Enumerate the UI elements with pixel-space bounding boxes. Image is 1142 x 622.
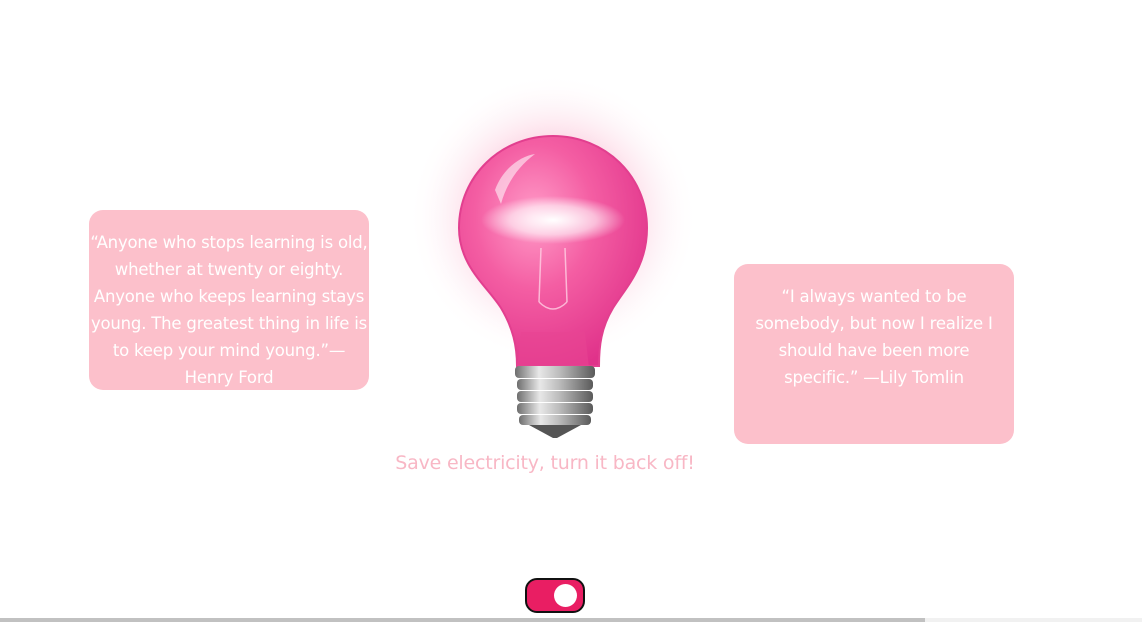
- light-toggle-switch[interactable]: [525, 578, 585, 613]
- page: “Anyone who stops learning is old, wheth…: [0, 0, 1142, 622]
- scrollbar-thumb[interactable]: [0, 618, 926, 622]
- quote-card-henry-ford: “Anyone who stops learning is old, wheth…: [89, 210, 369, 390]
- lightbulb-icon: [408, 73, 698, 438]
- quote-text-lily-tomlin: “I always wanted to be somebody, but now…: [755, 287, 993, 387]
- quote-card-lily-tomlin: “I always wanted to be somebody, but now…: [734, 264, 1014, 444]
- save-electricity-caption: Save electricity, turn it back off!: [395, 452, 695, 474]
- horizontal-scrollbar[interactable]: [0, 618, 1142, 622]
- quote-text-henry-ford: “Anyone who stops learning is old, wheth…: [90, 233, 368, 387]
- lightbulb: [395, 70, 715, 450]
- toggle-knob[interactable]: [554, 584, 577, 607]
